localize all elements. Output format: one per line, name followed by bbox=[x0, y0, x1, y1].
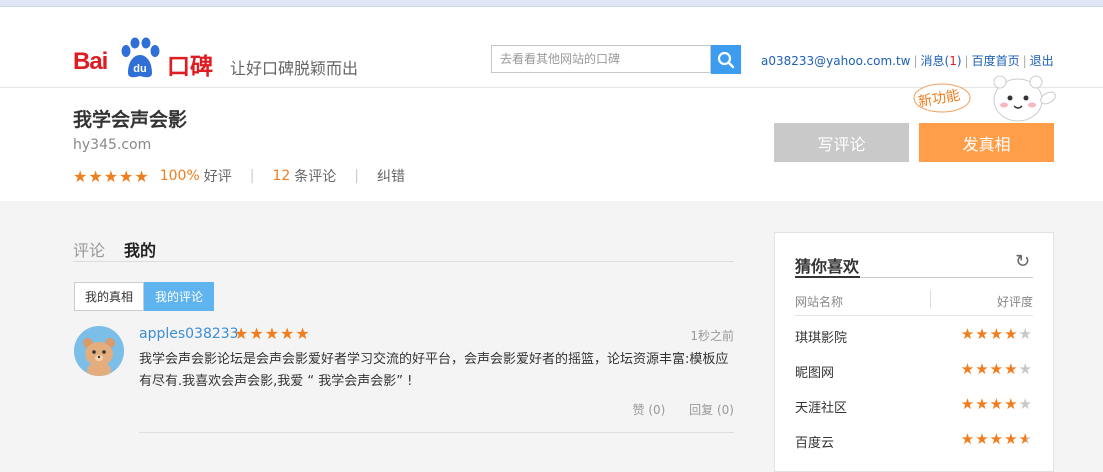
star-icon: ★ bbox=[1004, 325, 1019, 343]
report-error-link[interactable]: 纠错 bbox=[377, 166, 405, 186]
col-rating: 好评度 bbox=[996, 295, 1033, 309]
post-truth-button[interactable]: 发真相 bbox=[919, 123, 1054, 162]
messages-count: 1 bbox=[949, 54, 957, 68]
rating-stars: ★★★★★ bbox=[961, 430, 1033, 448]
review-count[interactable]: 12 bbox=[272, 168, 290, 184]
review-count-label[interactable]: 条评论 bbox=[294, 166, 336, 186]
review-text: 我学会声会影论坛是会声会影爱好者学习交流的好平台，会声会影爱好者的摇篮，论坛资源… bbox=[139, 352, 729, 389]
review-star-rating: ★★★★★ bbox=[234, 324, 311, 343]
reply-button[interactable]: 回复 (0) bbox=[689, 403, 734, 417]
search-box bbox=[491, 45, 711, 73]
site-rating-row: ★★★★★ 100% 好评 | 12 条评论 | 纠错 bbox=[73, 166, 405, 186]
messages-link[interactable]: 消息(1) bbox=[921, 54, 962, 68]
avatar[interactable] bbox=[74, 326, 124, 376]
review-divider bbox=[139, 432, 734, 433]
site-link[interactable]: 百度云 bbox=[795, 432, 834, 451]
messages-close: ) bbox=[956, 54, 962, 68]
logo-bai-text: Bai bbox=[73, 48, 108, 75]
site-star-rating: ★★★★★ bbox=[73, 166, 150, 186]
list-item[interactable]: 百度云 ★★★★★ bbox=[795, 430, 1033, 452]
star-icon: ★ bbox=[1004, 395, 1019, 413]
review-actions: 赞 (0) 回复 (0) bbox=[613, 401, 734, 418]
star-icon: ★ bbox=[975, 395, 990, 413]
bear-mascot-icon bbox=[993, 75, 1056, 122]
star-icon: ★ bbox=[975, 430, 990, 448]
review-tabs: 评论 我的 bbox=[73, 237, 734, 262]
search-button[interactable] bbox=[711, 45, 741, 74]
rating-stars: ★★★★★ bbox=[961, 325, 1033, 343]
star-icon: ★ bbox=[989, 360, 1005, 378]
list-item[interactable]: 天涯社区 ★★★★★ bbox=[795, 395, 1033, 417]
site-info-panel: 我学会声会影 hy345.com ★★★★★ 100% 好评 | 12 条评论 … bbox=[0, 75, 1103, 202]
header-divider bbox=[795, 315, 1033, 316]
user-email-link[interactable]: a038233@yahoo.com.tw bbox=[761, 54, 910, 68]
rating-stars: ★★★★★ bbox=[961, 360, 1033, 378]
star-icon: ★ bbox=[960, 360, 976, 378]
col-site-name: 网站名称 bbox=[795, 295, 844, 309]
review-username[interactable]: apples038233 bbox=[139, 326, 239, 342]
site-link[interactable]: 琪琪影院 bbox=[795, 327, 847, 346]
sidebar-title-underline bbox=[795, 276, 1033, 278]
tab-reviews[interactable]: 评论 bbox=[73, 237, 105, 261]
rating-label: 好评 bbox=[203, 169, 232, 185]
star-icon: ★ bbox=[960, 430, 976, 448]
star-icon: ★ bbox=[960, 395, 976, 413]
tab-mine[interactable]: 我的 bbox=[124, 237, 156, 261]
rating-percent: 100% bbox=[159, 168, 200, 184]
star-icon: ★ bbox=[960, 325, 976, 343]
star-icon: ★ bbox=[975, 325, 990, 343]
star-icon: ★ bbox=[975, 360, 990, 378]
review-timestamp: 1秒之前 bbox=[690, 329, 734, 343]
link-separator: | bbox=[913, 54, 918, 68]
star-icon: ★ bbox=[1018, 360, 1033, 378]
star-icon: ★ bbox=[989, 430, 1005, 448]
link-separator: | bbox=[964, 54, 969, 68]
logo-koubei-text: 口碑 bbox=[167, 54, 213, 80]
subtab-my-reviews[interactable]: 我的评论 bbox=[144, 282, 215, 311]
baidu-paw-icon: du bbox=[121, 37, 160, 78]
logo-du-text: du bbox=[133, 63, 146, 75]
list-item[interactable]: 昵图网 ★★★★★ bbox=[795, 360, 1033, 382]
search-input[interactable] bbox=[492, 46, 708, 72]
messages-label: 消息( bbox=[920, 54, 950, 68]
site-link[interactable]: 天涯社区 bbox=[795, 397, 847, 416]
star-icon: ★ bbox=[1018, 395, 1033, 413]
divider: | bbox=[249, 168, 255, 184]
star-icon: ★ bbox=[1004, 430, 1019, 448]
write-review-button[interactable]: 写评论 bbox=[774, 123, 909, 162]
recommend-sidebar: 猜你喜欢 ↻ 网站名称 好评度 琪琪影院 ★★★★★ 昵图网 ★★★★★ 天涯社区 ★★★… bbox=[774, 232, 1054, 472]
site-domain[interactable]: hy345.com bbox=[73, 137, 151, 153]
slogan: 让好口碑脱颖而出 bbox=[230, 59, 359, 78]
like-button[interactable]: 赞 (0) bbox=[633, 403, 666, 417]
column-divider bbox=[930, 290, 931, 308]
divider: | bbox=[354, 168, 360, 184]
main-content: 评论 我的 我的真相 我的评论 apples038233 ★★★★★ 1秒之前 … bbox=[0, 201, 1103, 472]
star-icon: ★ bbox=[989, 325, 1005, 343]
refresh-icon[interactable]: ↻ bbox=[1015, 251, 1030, 272]
subtab-my-truth[interactable]: 我的真相 bbox=[74, 282, 145, 311]
star-icon: ★ bbox=[989, 395, 1005, 413]
bear-avatar-icon bbox=[74, 326, 124, 376]
search-icon bbox=[717, 51, 735, 68]
browser-top-strip bbox=[0, 0, 1103, 7]
star-icon: ★ bbox=[1004, 360, 1019, 378]
sidebar-title: 猜你喜欢 bbox=[795, 257, 860, 276]
list-item[interactable]: 琪琪影院 ★★★★★ bbox=[795, 325, 1033, 347]
site-name: 我学会声会影 bbox=[73, 109, 188, 131]
star-icon: ★ bbox=[1018, 430, 1033, 448]
site-link[interactable]: 昵图网 bbox=[795, 362, 834, 381]
rating-stars: ★★★★★ bbox=[961, 395, 1033, 413]
baidu-koubei-logo[interactable]: Bai du 口碑 bbox=[73, 37, 213, 80]
sub-tabs: 我的真相 我的评论 bbox=[74, 282, 215, 312]
star-icon: ★ bbox=[1018, 325, 1033, 343]
